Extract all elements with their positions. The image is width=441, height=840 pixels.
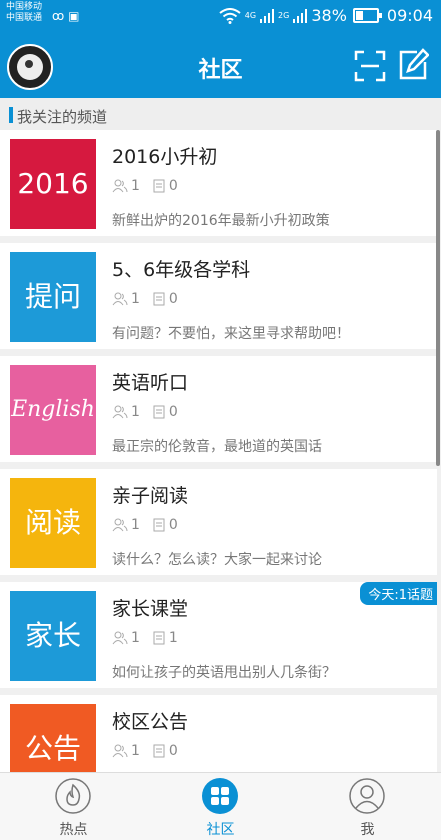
carrier-2: 中国联通 [6,13,43,23]
status-bar: 中国移动 中国联通 ꝏ ▣ 4G 2G 38% 09:04 [0,0,441,34]
compose-icon[interactable] [397,48,429,82]
channel-description: 有问题？不要怕，来这里寻求帮助吧！ [112,326,350,342]
channel-description: 新鲜出炉的2016年最新小升初政策 [112,213,330,229]
tab-community[interactable]: 社区 [147,773,294,840]
channel-description: 如何让孩子的英语甩出别人几条街？ [112,665,336,681]
channel-stats: 1 0 [112,743,178,759]
post-count: 0 [168,517,178,533]
members-icon [112,631,128,645]
channel-thumbnail: 家长 [10,591,96,681]
channel-stats: 1 1 [112,630,178,646]
channel-stats: 1 0 [112,291,178,307]
channel-stats: 1 0 [112,178,178,194]
scan-icon[interactable] [354,50,386,82]
signal-1-icon [260,8,275,23]
post-count: 0 [168,743,178,759]
tab-hot-label: 热点 [59,822,88,838]
tab-me-label: 我 [360,822,375,838]
channel-description: 最正宗的伦敦音，最地道的英国话 [112,439,322,455]
members-icon [112,405,128,419]
channel-list[interactable]: 2016 2016小升初 1 0 新鲜出炉的2016年最新小升初政策 提问 5、… [0,130,441,772]
member-count: 1 [131,178,140,194]
posts-icon [153,518,165,532]
posts-icon [153,292,165,306]
member-count: 1 [131,404,140,420]
channel-name: 英语听口 [112,372,189,394]
battery-icon [352,8,382,23]
tab-hot[interactable]: 热点 [0,773,147,840]
posts-icon [153,405,165,419]
user-icon [349,778,385,814]
clock: 09:04 [386,6,433,25]
section-title: 我关注的频道 [17,108,108,126]
network-1-label: 4G [244,11,257,20]
channel-description: 读什么？怎么读？大家一起来讨论 [112,552,322,568]
channel-name: 家长课堂 [112,598,189,620]
tab-me[interactable]: 我 [294,773,441,840]
posts-icon [153,179,165,193]
post-count: 1 [168,630,178,646]
wifi-icon [219,7,241,24]
channel-name: 5、6年级各学科 [112,259,251,281]
community-icon [202,778,238,814]
status-right: 4G 2G 38% 09:04 [219,6,433,25]
channel-stats: 1 0 [112,404,178,420]
members-icon [112,744,128,758]
channel-thumbnail: 公告 [10,704,96,772]
channel-thumbnail: 提问 [10,252,96,342]
battery-percent: 38% [311,6,347,25]
channel-name: 2016小升初 [112,146,218,168]
members-icon [112,292,128,306]
channel-item[interactable]: 公告 校区公告 1 0 [0,695,437,772]
member-count: 1 [131,291,140,307]
post-count: 0 [168,291,178,307]
carrier-1: 中国移动 [6,2,43,12]
notification-icons: ꝏ ▣ [52,9,79,23]
posts-icon [153,744,165,758]
channel-name: 校区公告 [112,711,189,733]
bottom-tab-bar: 热点 社区 我 [0,772,441,840]
scrollbar[interactable] [436,130,440,466]
network-2-label: 2G [278,11,290,20]
channel-thumbnail: 阅读 [10,478,96,568]
post-count: 0 [168,178,178,194]
app-header: 社区 [0,34,441,98]
member-count: 1 [131,743,140,759]
channel-item[interactable]: 阅读 亲子阅读 1 0 读什么？怎么读？大家一起来讨论 [0,469,437,575]
section-marker [9,107,13,123]
posts-icon [153,631,165,645]
tab-community-label: 社区 [206,822,235,838]
flame-icon [55,778,91,814]
members-icon [112,179,128,193]
post-count: 0 [168,404,178,420]
wechat-icon: ꝏ [52,9,65,23]
signal-2-icon [293,8,308,23]
image-icon: ▣ [68,9,80,23]
channel-item[interactable]: 家长 家长课堂 1 1 如何让孩子的英语甩出别人几条街？ 今天:1话题 [0,582,437,688]
member-count: 1 [131,517,140,533]
channel-item[interactable]: 2016 2016小升初 1 0 新鲜出炉的2016年最新小升初政策 [0,130,437,236]
carrier-info: 中国移动 中国联通 [6,2,42,24]
channel-item[interactable]: English 英语听口 1 0 最正宗的伦敦音，最地道的英国话 [0,356,437,462]
channel-stats: 1 0 [112,517,178,533]
members-icon [112,518,128,532]
member-count: 1 [131,630,140,646]
today-topics-badge: 今天:1话题 [360,582,437,605]
channel-thumbnail: English [10,365,96,455]
channel-item[interactable]: 提问 5、6年级各学科 1 0 有问题？不要怕，来这里寻求帮助吧！ [0,243,437,349]
channel-name: 亲子阅读 [112,485,189,507]
section-header: 我关注的频道 [0,98,441,130]
channel-thumbnail: 2016 [10,139,96,229]
